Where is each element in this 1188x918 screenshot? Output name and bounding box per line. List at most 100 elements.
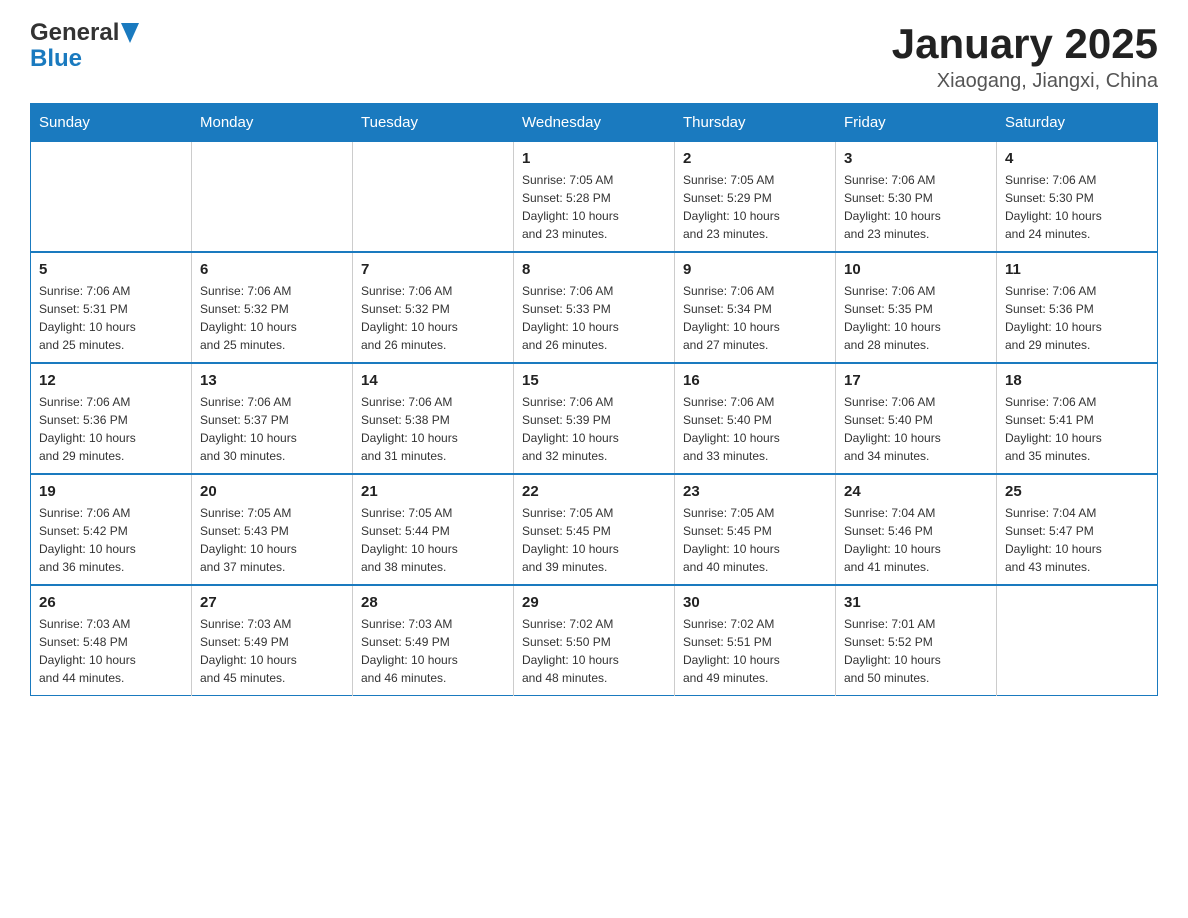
day-number: 5 — [39, 261, 183, 278]
day-number: 14 — [361, 372, 505, 389]
calendar-cell: 12 Sunrise: 7:06 AMSunset: 5:36 PMDayligh… — [31, 363, 192, 474]
day-number: 8 — [522, 261, 666, 278]
day-info: Sunrise: 7:06 AMSunset: 5:33 PMDaylight:… — [522, 282, 666, 354]
title-block: January 2025 Xiaogang, Jiangxi, China — [892, 20, 1158, 93]
calendar-cell: 14 Sunrise: 7:06 AMSunset: 5:38 PMDayligh… — [353, 363, 514, 474]
logo-general-text: General — [30, 20, 119, 46]
calendar-week-row: 12 Sunrise: 7:06 AMSunset: 5:36 PMDayligh… — [31, 363, 1158, 474]
header-friday: Friday — [836, 104, 997, 142]
day-info: Sunrise: 7:06 AMSunset: 5:41 PMDaylight:… — [1005, 393, 1149, 465]
calendar-cell: 30 Sunrise: 7:02 AMSunset: 5:51 PMDayligh… — [675, 585, 836, 696]
day-info: Sunrise: 7:06 AMSunset: 5:37 PMDaylight:… — [200, 393, 344, 465]
day-number: 6 — [200, 261, 344, 278]
calendar-table: Sunday Monday Tuesday Wednesday Thursday… — [30, 103, 1158, 696]
calendar-week-row: 1Sunrise: 7:05 AMSunset: 5:28 PMDaylight… — [31, 142, 1158, 253]
calendar-cell: 22 Sunrise: 7:05 AMSunset: 5:45 PMDayligh… — [514, 474, 675, 585]
calendar-cell — [997, 585, 1158, 696]
day-number: 4 — [1005, 150, 1149, 167]
day-info: Sunrise: 7:01 AMSunset: 5:52 PMDaylight:… — [844, 615, 988, 687]
day-info: Sunrise: 7:06 AMSunset: 5:36 PMDaylight:… — [39, 393, 183, 465]
logo-triangle-icon — [121, 23, 139, 43]
day-info: Sunrise: 7:02 AMSunset: 5:50 PMDaylight:… — [522, 615, 666, 687]
day-info: Sunrise: 7:05 AMSunset: 5:45 PMDaylight:… — [522, 504, 666, 576]
day-info: Sunrise: 7:06 AMSunset: 5:39 PMDaylight:… — [522, 393, 666, 465]
day-info: Sunrise: 7:02 AMSunset: 5:51 PMDaylight:… — [683, 615, 827, 687]
day-info: Sunrise: 7:06 AMSunset: 5:32 PMDaylight:… — [200, 282, 344, 354]
day-info: Sunrise: 7:06 AMSunset: 5:32 PMDaylight:… — [361, 282, 505, 354]
day-number: 9 — [683, 261, 827, 278]
calendar-cell: 24Sunrise: 7:04 AMSunset: 5:46 PMDayligh… — [836, 474, 997, 585]
day-info: Sunrise: 7:06 AMSunset: 5:38 PMDaylight:… — [361, 393, 505, 465]
calendar-week-row: 26 Sunrise: 7:03 AMSunset: 5:48 PMDayligh… — [31, 585, 1158, 696]
day-info: Sunrise: 7:06 AMSunset: 5:35 PMDaylight:… — [844, 282, 988, 354]
day-number: 18 — [1005, 372, 1149, 389]
logo-wordmark: General Blue — [30, 20, 139, 73]
calendar-week-row: 5 Sunrise: 7:06 AMSunset: 5:31 PMDaylight… — [31, 252, 1158, 363]
day-info: Sunrise: 7:05 AMSunset: 5:45 PMDaylight:… — [683, 504, 827, 576]
day-number: 26 — [39, 594, 183, 611]
calendar-cell: 25Sunrise: 7:04 AMSunset: 5:47 PMDayligh… — [997, 474, 1158, 585]
day-info: Sunrise: 7:06 AMSunset: 5:30 PMDaylight:… — [844, 171, 988, 243]
header-saturday: Saturday — [997, 104, 1158, 142]
header-thursday: Thursday — [675, 104, 836, 142]
header-wednesday: Wednesday — [514, 104, 675, 142]
calendar-cell — [353, 142, 514, 253]
day-number: 3 — [844, 150, 988, 167]
day-number: 13 — [200, 372, 344, 389]
calendar-title: January 2025 — [892, 20, 1158, 68]
calendar-cell: 19 Sunrise: 7:06 AMSunset: 5:42 PMDayligh… — [31, 474, 192, 585]
day-number: 27 — [200, 594, 344, 611]
day-number: 11 — [1005, 261, 1149, 278]
day-info: Sunrise: 7:06 AMSunset: 5:40 PMDaylight:… — [844, 393, 988, 465]
day-number: 20 — [200, 483, 344, 500]
calendar-cell: 10 Sunrise: 7:06 AMSunset: 5:35 PMDayligh… — [836, 252, 997, 363]
calendar-cell: 20 Sunrise: 7:05 AMSunset: 5:43 PMDayligh… — [192, 474, 353, 585]
day-info: Sunrise: 7:03 AMSunset: 5:49 PMDaylight:… — [361, 615, 505, 687]
page-header: General Blue January 2025 Xiaogang, Jian… — [30, 20, 1158, 93]
calendar-header: Sunday Monday Tuesday Wednesday Thursday… — [31, 104, 1158, 142]
calendar-cell: 26 Sunrise: 7:03 AMSunset: 5:48 PMDayligh… — [31, 585, 192, 696]
calendar-cell: 21 Sunrise: 7:05 AMSunset: 5:44 PMDayligh… — [353, 474, 514, 585]
calendar-cell: 31Sunrise: 7:01 AMSunset: 5:52 PMDayligh… — [836, 585, 997, 696]
day-info: Sunrise: 7:06 AMSunset: 5:42 PMDaylight:… — [39, 504, 183, 576]
header-tuesday: Tuesday — [353, 104, 514, 142]
day-number: 2 — [683, 150, 827, 167]
day-info: Sunrise: 7:05 AMSunset: 5:43 PMDaylight:… — [200, 504, 344, 576]
day-number: 29 — [522, 594, 666, 611]
calendar-subtitle: Xiaogang, Jiangxi, China — [892, 70, 1158, 93]
day-info: Sunrise: 7:06 AMSunset: 5:30 PMDaylight:… — [1005, 171, 1149, 243]
calendar-cell: 5 Sunrise: 7:06 AMSunset: 5:31 PMDaylight… — [31, 252, 192, 363]
day-number: 22 — [522, 483, 666, 500]
day-info: Sunrise: 7:03 AMSunset: 5:49 PMDaylight:… — [200, 615, 344, 687]
day-number: 12 — [39, 372, 183, 389]
calendar-cell: 3 Sunrise: 7:06 AMSunset: 5:30 PMDaylight… — [836, 142, 997, 253]
day-number: 30 — [683, 594, 827, 611]
day-info: Sunrise: 7:03 AMSunset: 5:48 PMDaylight:… — [39, 615, 183, 687]
header-sunday: Sunday — [31, 104, 192, 142]
day-number: 21 — [361, 483, 505, 500]
calendar-cell: 9Sunrise: 7:06 AMSunset: 5:34 PMDaylight… — [675, 252, 836, 363]
calendar-cell: 27 Sunrise: 7:03 AMSunset: 5:49 PMDayligh… — [192, 585, 353, 696]
calendar-cell: 23 Sunrise: 7:05 AMSunset: 5:45 PMDayligh… — [675, 474, 836, 585]
calendar-cell: 16Sunrise: 7:06 AMSunset: 5:40 PMDayligh… — [675, 363, 836, 474]
day-info: Sunrise: 7:04 AMSunset: 5:47 PMDaylight:… — [1005, 504, 1149, 576]
day-info: Sunrise: 7:05 AMSunset: 5:44 PMDaylight:… — [361, 504, 505, 576]
calendar-cell: 7Sunrise: 7:06 AMSunset: 5:32 PMDaylight… — [353, 252, 514, 363]
day-number: 16 — [683, 372, 827, 389]
calendar-cell: 13 Sunrise: 7:06 AMSunset: 5:37 PMDayligh… — [192, 363, 353, 474]
day-info: Sunrise: 7:06 AMSunset: 5:36 PMDaylight:… — [1005, 282, 1149, 354]
calendar-cell — [192, 142, 353, 253]
logo-blue-text: Blue — [30, 45, 82, 72]
day-info: Sunrise: 7:05 AMSunset: 5:29 PMDaylight:… — [683, 171, 827, 243]
day-number: 15 — [522, 372, 666, 389]
day-number: 23 — [683, 483, 827, 500]
weekday-header-row: Sunday Monday Tuesday Wednesday Thursday… — [31, 104, 1158, 142]
calendar-cell: 28Sunrise: 7:03 AMSunset: 5:49 PMDayligh… — [353, 585, 514, 696]
calendar-week-row: 19 Sunrise: 7:06 AMSunset: 5:42 PMDayligh… — [31, 474, 1158, 585]
calendar-cell: 17Sunrise: 7:06 AMSunset: 5:40 PMDayligh… — [836, 363, 997, 474]
day-number: 10 — [844, 261, 988, 278]
day-info: Sunrise: 7:04 AMSunset: 5:46 PMDaylight:… — [844, 504, 988, 576]
day-info: Sunrise: 7:06 AMSunset: 5:31 PMDaylight:… — [39, 282, 183, 354]
day-number: 19 — [39, 483, 183, 500]
calendar-cell: 15 Sunrise: 7:06 AMSunset: 5:39 PMDayligh… — [514, 363, 675, 474]
